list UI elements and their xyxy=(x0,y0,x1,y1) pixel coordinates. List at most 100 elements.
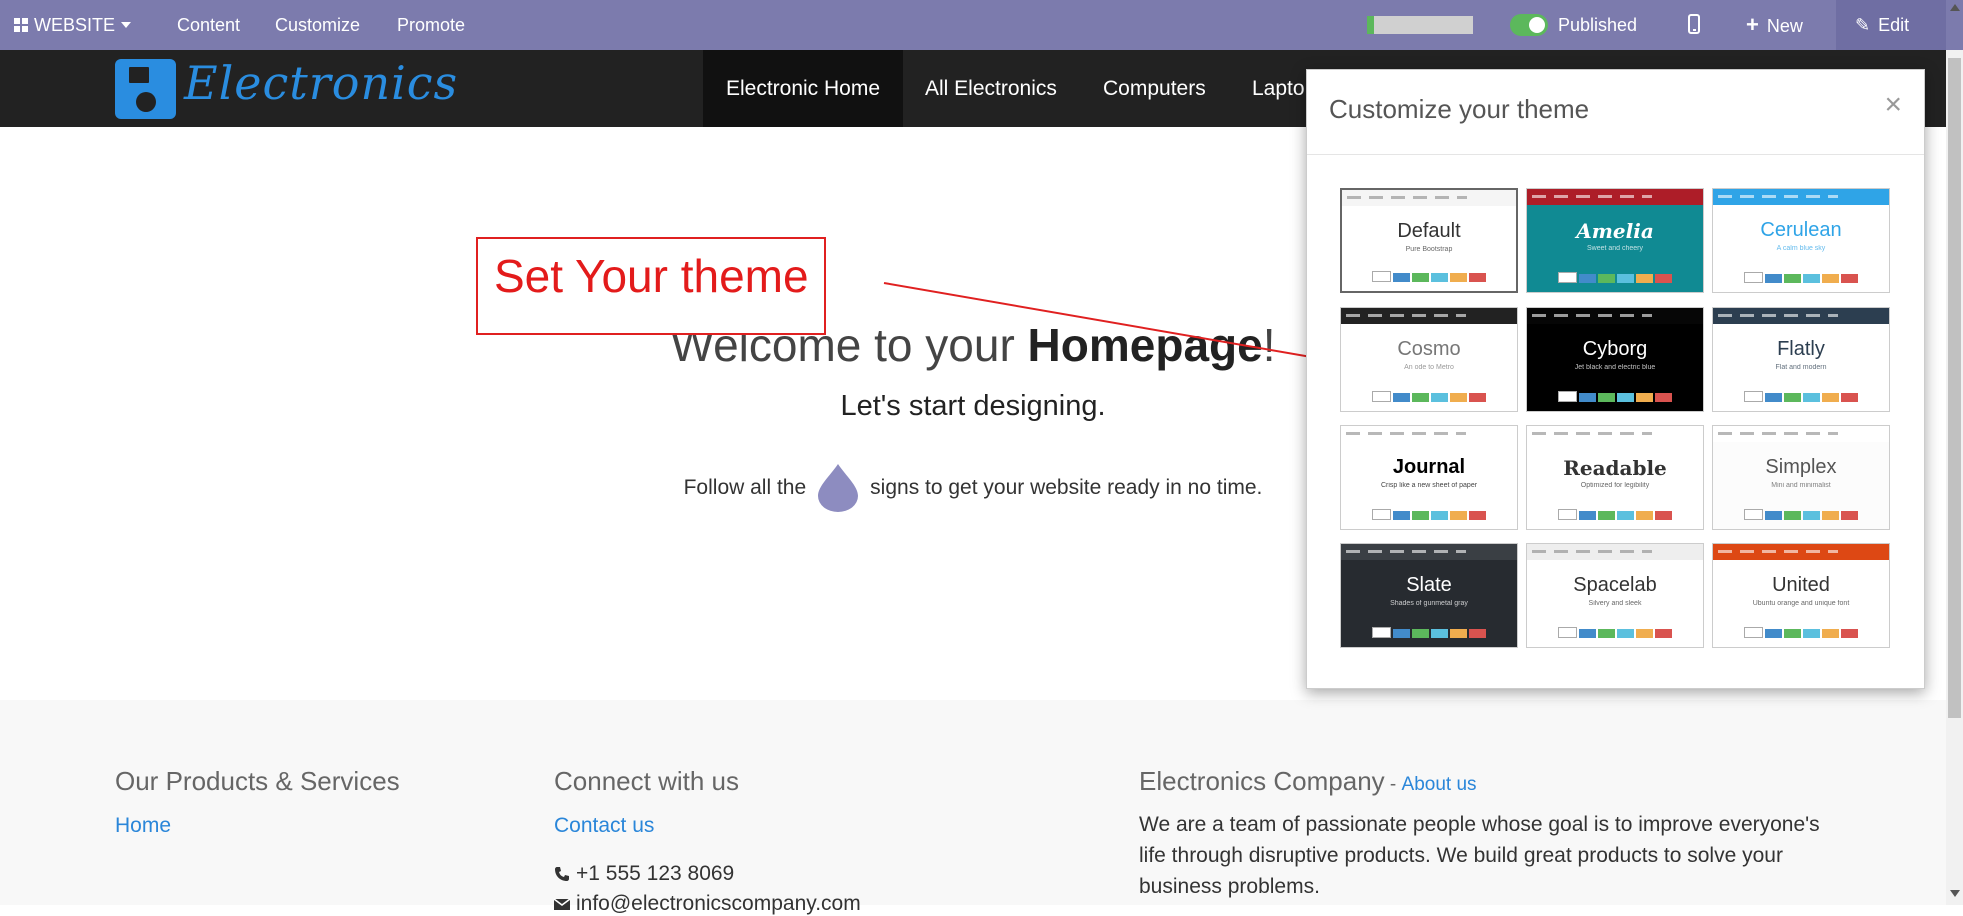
theme-sample-button xyxy=(1579,393,1596,402)
theme-card-slate[interactable]: Slate Shades of gunmetal gray xyxy=(1340,543,1518,648)
nav-item-laptops[interactable]: Lapto xyxy=(1252,50,1305,127)
theme-card-navbar xyxy=(1713,426,1889,442)
modal-divider xyxy=(1307,154,1924,155)
theme-sample-button xyxy=(1393,629,1410,638)
theme-sample-button xyxy=(1803,274,1820,283)
theme-card-cosmo[interactable]: Cosmo An ode to Metro xyxy=(1340,307,1518,412)
theme-card-buttons xyxy=(1527,391,1703,402)
theme-card-name: Cerulean xyxy=(1760,219,1842,241)
theme-sample-button xyxy=(1450,273,1467,282)
theme-sample-button xyxy=(1412,629,1429,638)
theme-sample-button xyxy=(1822,629,1839,638)
mobile-preview-icon[interactable] xyxy=(1688,14,1700,34)
follow-prefix: Follow all the xyxy=(683,476,807,499)
theme-card-flatly[interactable]: Flatly Flat and modern xyxy=(1712,307,1890,412)
theme-card-name: United xyxy=(1772,574,1830,596)
toggle-knob xyxy=(1529,17,1545,33)
new-label: New xyxy=(1766,16,1803,36)
theme-sample-button xyxy=(1393,511,1410,520)
theme-card-subtitle: Sweet and cheery xyxy=(1586,245,1644,252)
floppy-disk-icon[interactable] xyxy=(115,59,176,119)
theme-sample-button xyxy=(1822,511,1839,520)
hero-title-suffix: ! xyxy=(1262,319,1276,371)
theme-card-buttons xyxy=(1527,627,1703,638)
theme-card-name: Slate xyxy=(1406,574,1452,596)
theme-card-cerulean[interactable]: Cerulean A calm blue sky xyxy=(1712,188,1890,293)
theme-card-navbar xyxy=(1342,190,1516,206)
theme-sample-button xyxy=(1841,393,1858,402)
customize-menu[interactable]: Customize xyxy=(275,0,360,50)
nav-item-electronic-home[interactable]: Electronic Home xyxy=(703,50,903,127)
footer-about-link[interactable]: About us xyxy=(1402,774,1477,795)
close-icon[interactable]: × xyxy=(1884,88,1902,122)
theme-card-subtitle: Ubuntu orange and unique font xyxy=(1752,600,1850,607)
theme-sample-button xyxy=(1636,629,1653,638)
footer-home-link[interactable]: Home xyxy=(115,814,171,838)
scrollbar-thumb[interactable] xyxy=(1948,58,1961,718)
scroll-up-arrow-icon[interactable] xyxy=(1950,4,1960,11)
theme-sample-button xyxy=(1784,629,1801,638)
theme-card-buttons xyxy=(1713,391,1889,402)
theme-sample-button xyxy=(1431,629,1448,638)
theme-card-amelia[interactable]: Amelia Sweet and cheery xyxy=(1526,188,1704,293)
vertical-scrollbar[interactable] xyxy=(1946,50,1963,905)
theme-sample-button xyxy=(1744,627,1763,638)
theme-sample-button xyxy=(1558,627,1577,638)
theme-sample-button xyxy=(1841,629,1858,638)
theme-card-buttons xyxy=(1713,509,1889,520)
theme-sample-button xyxy=(1372,509,1391,520)
theme-card-name: Cosmo xyxy=(1397,338,1461,360)
theme-card-simplex[interactable]: Simplex Mini and minimalist xyxy=(1712,425,1890,530)
published-toggle[interactable] xyxy=(1510,14,1548,36)
theme-sample-button xyxy=(1841,511,1858,520)
theme-sample-button xyxy=(1784,393,1801,402)
theme-card-navbar xyxy=(1713,189,1889,205)
theme-sample-button xyxy=(1579,629,1596,638)
content-menu[interactable]: Content xyxy=(177,0,240,50)
new-button[interactable]: + New xyxy=(1746,0,1803,50)
theme-card-navbar xyxy=(1341,544,1517,560)
theme-sample-button xyxy=(1558,509,1577,520)
footer-products-title: Our Products & Services xyxy=(115,766,400,796)
website-menu-button[interactable]: WEBSITE xyxy=(14,0,132,50)
theme-sample-button xyxy=(1765,393,1782,402)
theme-sample-button xyxy=(1822,393,1839,402)
site-logo-text[interactable]: Electronics xyxy=(184,56,458,110)
footer-company-title: Electronics Company - About us xyxy=(1139,766,1477,797)
website-menu-label: WEBSITE xyxy=(34,15,116,35)
theme-sample-button xyxy=(1744,509,1763,520)
theme-sample-button xyxy=(1469,629,1486,638)
promote-menu[interactable]: Promote xyxy=(397,0,465,50)
progress-fill xyxy=(1367,16,1375,34)
theme-card-subtitle: Silvery and sleek xyxy=(1588,600,1642,607)
modal-title: Customize your theme xyxy=(1329,94,1590,124)
theme-card-cyborg[interactable]: Cyborg Jet black and electric blue xyxy=(1526,307,1704,412)
hero-title-bold: Homepage xyxy=(1027,319,1263,371)
scroll-down-arrow-icon[interactable] xyxy=(1950,890,1960,897)
theme-sample-button xyxy=(1744,272,1763,283)
theme-card-journal[interactable]: Journal Crisp like a new sheet of paper xyxy=(1340,425,1518,530)
nav-item-all-electronics[interactable]: All Electronics xyxy=(925,50,1057,127)
theme-card-navbar xyxy=(1341,426,1517,442)
theme-sample-button xyxy=(1636,511,1653,520)
footer-about-text: We are a team of passionate people whose… xyxy=(1139,813,1820,898)
theme-sample-button xyxy=(1598,393,1615,402)
nav-item-computers[interactable]: Computers xyxy=(1103,50,1206,127)
theme-card-united[interactable]: United Ubuntu orange and unique font xyxy=(1712,543,1890,648)
theme-card-subtitle: An ode to Metro xyxy=(1404,364,1454,371)
footer-contact-link[interactable]: Contact us xyxy=(554,814,654,838)
theme-card-buttons xyxy=(1713,627,1889,638)
theme-sample-button xyxy=(1393,273,1410,282)
theme-sample-button xyxy=(1579,274,1596,283)
theme-card-spacelab[interactable]: Spacelab Silvery and sleek xyxy=(1526,543,1704,648)
edit-button[interactable]: ✎ Edit xyxy=(1855,0,1909,50)
apps-grid-icon xyxy=(14,18,28,32)
theme-card-readable[interactable]: Readable Optimized for legibility xyxy=(1526,425,1704,530)
theme-card-buttons xyxy=(1527,509,1703,520)
theme-card-name: Flatly xyxy=(1777,338,1825,360)
theme-sample-button xyxy=(1784,511,1801,520)
theme-sample-button xyxy=(1450,393,1467,402)
theme-card-default[interactable]: Default Pure Bootstrap xyxy=(1340,188,1518,293)
theme-sample-button xyxy=(1598,629,1615,638)
seo-progress-bar xyxy=(1367,16,1473,34)
